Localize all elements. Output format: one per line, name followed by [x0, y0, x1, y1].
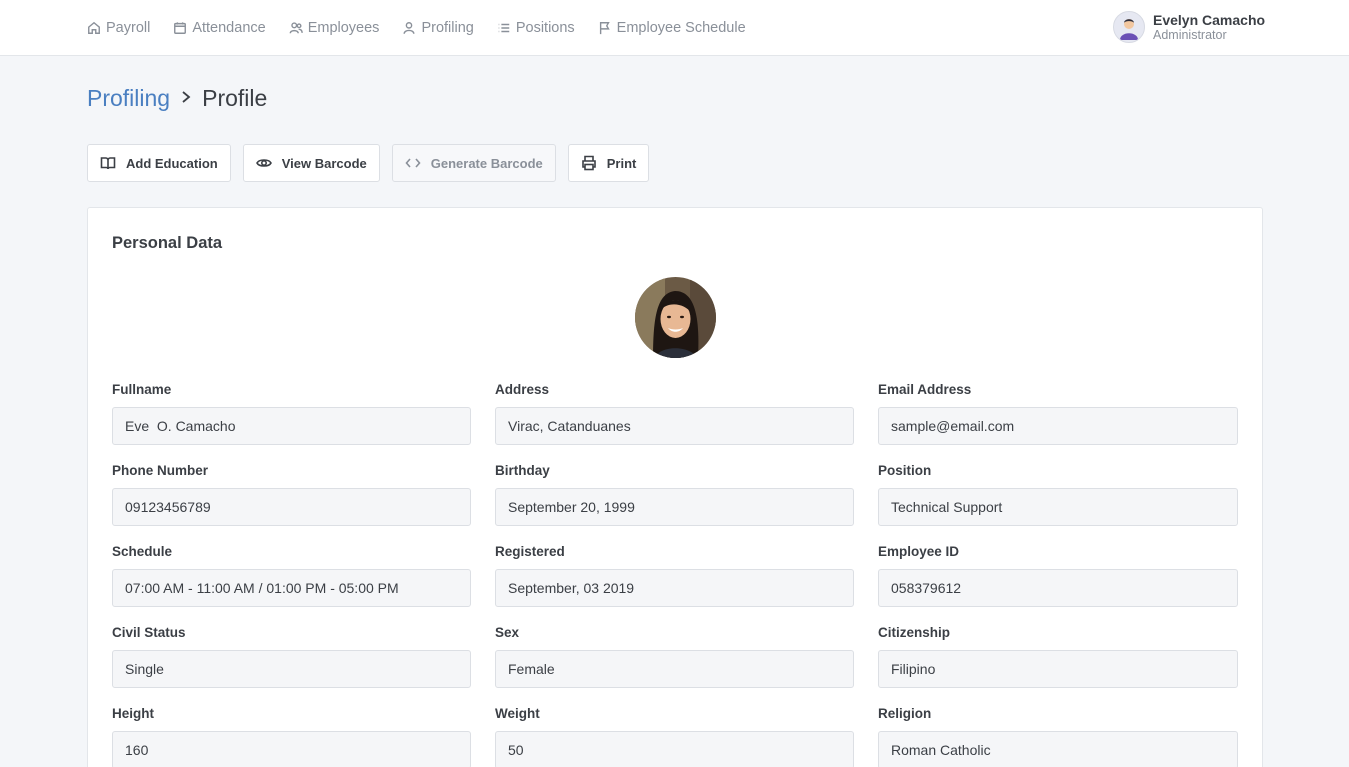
breadcrumb: Profiling Profile: [87, 85, 267, 112]
card-title: Personal Data: [112, 234, 223, 252]
field-label: Phone Number: [112, 463, 209, 478]
personal-data-fields: Fullname Eve O. Camacho Address Virac, C…: [112, 382, 1239, 767]
avatar: [1113, 11, 1145, 43]
profile-photo: [635, 277, 716, 358]
nav-label: Employee Schedule: [616, 20, 746, 36]
print-button[interactable]: Print: [567, 144, 650, 182]
address-input[interactable]: Virac, Catanduanes: [495, 407, 854, 445]
field-label: Religion: [878, 706, 932, 721]
weight-input[interactable]: 50: [495, 731, 854, 767]
field-registered: Registered September, 03 2019: [495, 544, 854, 625]
add-education-label: Add Education: [126, 155, 218, 171]
generate-barcode-label: Generate Barcode: [430, 155, 543, 171]
breadcrumb-profiling-link[interactable]: Profiling: [87, 85, 170, 112]
civil-status-input[interactable]: Single: [112, 650, 471, 688]
field-label: Employee ID: [878, 544, 960, 559]
fullname-input[interactable]: Eve O. Camacho: [112, 407, 471, 445]
field-weight: Weight 50: [495, 706, 854, 767]
user-role: Administrator: [1153, 27, 1227, 42]
field-label: Birthday: [495, 463, 550, 478]
nav-label: Positions: [515, 20, 575, 36]
field-religion: Religion Roman Catholic: [878, 706, 1238, 767]
religion-input[interactable]: Roman Catholic: [878, 731, 1238, 767]
employee-id-input[interactable]: 058379612: [878, 569, 1238, 607]
page-title: Profile: [202, 85, 268, 111]
field-position: Position Technical Support: [878, 463, 1238, 544]
email-input[interactable]: sample@email.com: [878, 407, 1238, 445]
nav-label: Attendance: [192, 20, 266, 36]
action-toolbar: Add Education View Barcode Generate Barc…: [87, 144, 661, 182]
nav-attendance[interactable]: Attendance: [173, 20, 266, 36]
user-icon: [403, 22, 415, 34]
top-navbar: Payroll Attendance Employees Profiling P…: [0, 0, 1349, 56]
field-birthday: Birthday September 20, 1999: [495, 463, 854, 544]
flag-icon: [599, 22, 610, 35]
home-icon: [88, 21, 100, 34]
calendar-icon: [174, 22, 187, 34]
field-label: Citizenship: [878, 625, 951, 640]
field-height: Height 160: [112, 706, 471, 767]
field-label: Civil Status: [112, 625, 186, 640]
schedule-input[interactable]: 07:00 AM - 11:00 AM / 01:00 PM - 05:00 P…: [112, 569, 471, 607]
nav-label: Profiling: [421, 20, 474, 36]
field-email: Email Address sample@email.com: [878, 382, 1238, 463]
user-avatar-icon: [1120, 19, 1138, 40]
field-phone: Phone Number 09123456789: [112, 463, 471, 544]
phone-input[interactable]: 09123456789: [112, 488, 471, 526]
registered-input[interactable]: September, 03 2019: [495, 569, 854, 607]
field-label: Registered: [495, 544, 565, 559]
profile-photo-image: [635, 277, 716, 358]
user-menu[interactable]: Evelyn Camacho Administrator: [1113, 11, 1265, 43]
nav-employees[interactable]: Employees: [289, 20, 380, 36]
field-schedule: Schedule 07:00 AM - 11:00 AM / 01:00 PM …: [112, 544, 471, 625]
height-input[interactable]: 160: [112, 731, 471, 767]
field-civil-status: Civil Status Single: [112, 625, 471, 706]
field-sex: Sex Female: [495, 625, 854, 706]
position-input[interactable]: Technical Support: [878, 488, 1238, 526]
field-label: Fullname: [112, 382, 172, 397]
field-employee-id: Employee ID 058379612: [878, 544, 1238, 625]
chevron-right-icon: [180, 88, 192, 109]
main-nav: Payroll Attendance Employees Profiling P…: [87, 0, 769, 56]
users-icon: [289, 22, 303, 34]
field-fullname: Fullname Eve O. Camacho: [112, 382, 471, 463]
add-education-button[interactable]: Add Education: [87, 144, 231, 182]
printer-icon: [581, 155, 596, 171]
field-citizenship: Citizenship Filipino: [878, 625, 1238, 706]
field-label: Position: [878, 463, 932, 478]
field-label: Address: [495, 382, 550, 397]
list-icon: [498, 23, 510, 33]
nav-positions[interactable]: Positions: [497, 20, 575, 36]
eye-icon: [255, 159, 272, 167]
field-label: Sex: [495, 625, 520, 640]
generate-barcode-button[interactable]: Generate Barcode: [391, 144, 556, 182]
citizenship-input[interactable]: Filipino: [878, 650, 1238, 688]
nav-profiling[interactable]: Profiling: [402, 20, 474, 36]
print-label: Print: [606, 155, 637, 171]
code-icon: [405, 158, 421, 168]
nav-label: Payroll: [106, 20, 151, 36]
field-label: Schedule: [112, 544, 173, 559]
field-label: Email Address: [878, 382, 972, 397]
sex-input[interactable]: Female: [495, 650, 854, 688]
nav-payroll[interactable]: Payroll: [87, 20, 150, 36]
view-barcode-label: View Barcode: [281, 155, 367, 171]
personal-data-card: Personal Data Fullname Eve O. Camacho Ad…: [87, 207, 1263, 767]
field-address: Address Virac, Catanduanes: [495, 382, 854, 463]
field-label: Height: [112, 706, 154, 721]
view-barcode-button[interactable]: View Barcode: [242, 144, 380, 182]
nav-employee-schedule[interactable]: Employee Schedule: [598, 20, 746, 36]
nav-label: Employees: [307, 20, 380, 36]
field-label: Weight: [495, 706, 540, 721]
user-name: Evelyn Camacho: [1153, 11, 1266, 28]
birthday-input[interactable]: September 20, 1999: [495, 488, 854, 526]
book-open-icon: [100, 157, 116, 170]
